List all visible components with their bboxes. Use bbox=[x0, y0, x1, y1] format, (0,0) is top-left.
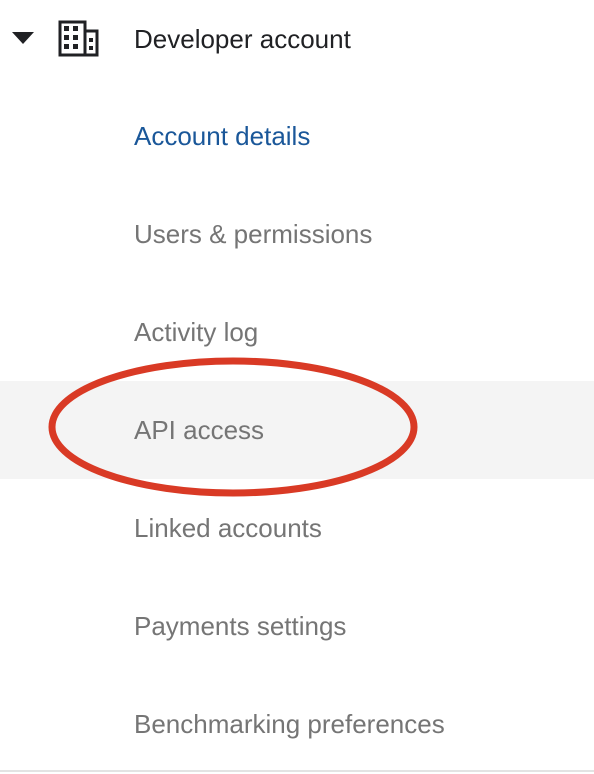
nav-item-label: Payments settings bbox=[134, 611, 347, 641]
nav-item-users-permissions[interactable]: Users & permissions bbox=[0, 185, 594, 283]
caret-down-icon[interactable] bbox=[12, 32, 34, 44]
nav-item-label: Benchmarking preferences bbox=[134, 709, 445, 739]
building-icon bbox=[58, 20, 99, 57]
nav-item-api-access[interactable]: API access bbox=[0, 381, 594, 479]
developer-account-nav: Account details Users & permissions Acti… bbox=[0, 87, 594, 773]
nav-item-benchmarking-preferences[interactable]: Benchmarking preferences bbox=[0, 675, 594, 773]
section-title: Developer account bbox=[134, 24, 351, 54]
nav-item-payments-settings[interactable]: Payments settings bbox=[0, 577, 594, 675]
nav-item-label: Users & permissions bbox=[134, 219, 373, 249]
nav-item-linked-accounts[interactable]: Linked accounts bbox=[0, 479, 594, 577]
nav-item-label: Activity log bbox=[134, 317, 259, 347]
nav-item-label: API access bbox=[134, 415, 265, 445]
nav-item-label: Account details bbox=[134, 121, 311, 151]
developer-account-header[interactable]: Developer account bbox=[0, 0, 594, 78]
nav-item-account-details[interactable]: Account details bbox=[0, 87, 594, 185]
bottom-divider bbox=[0, 770, 594, 772]
nav-item-label: Linked accounts bbox=[134, 513, 322, 543]
nav-item-activity-log[interactable]: Activity log bbox=[0, 283, 594, 381]
